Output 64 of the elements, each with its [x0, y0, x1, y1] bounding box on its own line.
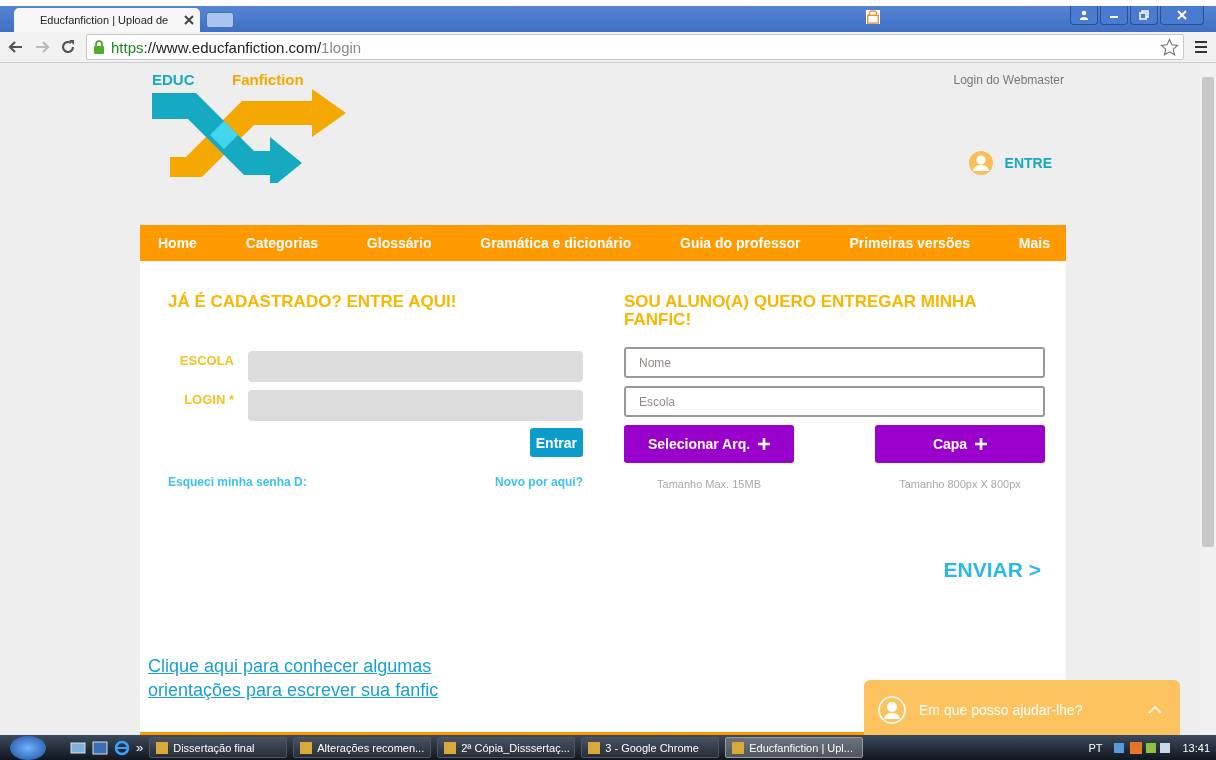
- input-field[interactable]: Nome: [624, 347, 1045, 378]
- taskbar-button[interactable]: Alterações recomen...: [293, 737, 432, 758]
- taskbar-button[interactable]: 2ª Cópia_Disssertaç...: [437, 737, 576, 758]
- restore-icon: [1139, 10, 1149, 20]
- menu-icon[interactable]: [1194, 40, 1208, 54]
- user-avatar-icon: [878, 696, 906, 724]
- overflow-chevron[interactable]: »: [136, 740, 144, 755]
- section-heading: SOU ALUNO(A) QUERO ENTREGAR MINHA FANFIC!: [624, 293, 977, 329]
- taskbar-button[interactable]: 3 - Google Chrome: [581, 737, 720, 758]
- lock-icon: [866, 10, 880, 24]
- size-hint: Tamanho Max. 15MB: [657, 478, 761, 490]
- star-icon[interactable]: [1160, 37, 1179, 57]
- new-tab-button[interactable]: [206, 12, 234, 28]
- padlock-icon: [93, 40, 105, 54]
- field-label: ESCOLA: [178, 352, 234, 368]
- back-icon[interactable]: [8, 39, 24, 55]
- taskbar-button[interactable]: Dissertação final: [149, 737, 288, 758]
- nav-item[interactable]: Mais: [1018, 235, 1050, 251]
- plus-icon: [758, 438, 771, 450]
- browser-tab[interactable]: Educfanfiction | Upload de: [14, 8, 200, 32]
- desktop-icon[interactable]: [70, 739, 86, 756]
- window-icon[interactable]: [92, 739, 108, 756]
- close-icon[interactable]: [184, 15, 194, 25]
- input-field[interactable]: [248, 390, 583, 421]
- input-field[interactable]: Escola: [624, 386, 1045, 417]
- tray-icons-drawing[interactable]: [1112, 740, 1173, 755]
- reload-icon[interactable]: [60, 39, 76, 55]
- section-heading: JÁ É CADASTRADO? ENTRE AQUI!: [168, 293, 458, 311]
- plus-icon: [975, 438, 988, 450]
- send-link[interactable]: ENVIAR >: [943, 558, 1041, 582]
- webmaster-login-link[interactable]: Login do Webmaster: [953, 73, 1064, 87]
- logo-text: EDUC: [152, 71, 195, 88]
- guide-link[interactable]: Clique aqui para conhecer algumas orientações para escrever sua fanfic: [148, 654, 508, 702]
- nav-item[interactable]: Gramática e dicionário: [480, 235, 632, 251]
- restore-button[interactable]: [1130, 6, 1158, 25]
- nav-item[interactable]: Primeiras versões: [849, 235, 970, 251]
- login-button[interactable]: ENTRE: [968, 151, 1052, 175]
- user-avatar-icon: [968, 151, 993, 175]
- close-icon: [1177, 10, 1187, 20]
- size-hint: Tamanho 800px X 800px: [899, 478, 1021, 490]
- nav-item[interactable]: Guia do professor: [680, 235, 801, 251]
- chat-prompt: Em que posso ajudar-lhe?: [919, 702, 1084, 718]
- start-button[interactable]: [10, 735, 46, 760]
- input-field[interactable]: [248, 351, 583, 382]
- clock: 13:41: [1182, 741, 1210, 754]
- language-indicator[interactable]: PT: [1088, 741, 1103, 754]
- nav-item[interactable]: Glossário: [366, 235, 432, 251]
- nav-item[interactable]: Home: [158, 235, 197, 251]
- user-icon: [1079, 10, 1089, 20]
- upload-button[interactable]: Capa: [875, 425, 1045, 463]
- logo-text: Fanfiction: [232, 71, 304, 88]
- browser-icon[interactable]: [114, 739, 130, 756]
- close-button[interactable]: [1160, 6, 1204, 25]
- forgot-password-link[interactable]: Esqueci minha senha D:: [168, 475, 307, 489]
- upload-button[interactable]: Selecionar Arq.: [624, 425, 794, 463]
- submit-button[interactable]: Entrar: [529, 428, 583, 457]
- nav-item[interactable]: Categorias: [245, 235, 319, 251]
- taskbar-button[interactable]: Educfanfiction | Upl...: [725, 737, 864, 758]
- address-bar[interactable]: https://www.educfanfiction.com/1login: [86, 34, 1184, 60]
- chat-widget[interactable]: Em que posso ajudar-lhe?: [864, 680, 1180, 735]
- register-link[interactable]: Novo por aqui?: [495, 475, 583, 489]
- field-label: LOGIN *: [183, 391, 234, 407]
- profile-button[interactable]: [1070, 6, 1098, 25]
- minimize-button[interactable]: [1100, 6, 1128, 25]
